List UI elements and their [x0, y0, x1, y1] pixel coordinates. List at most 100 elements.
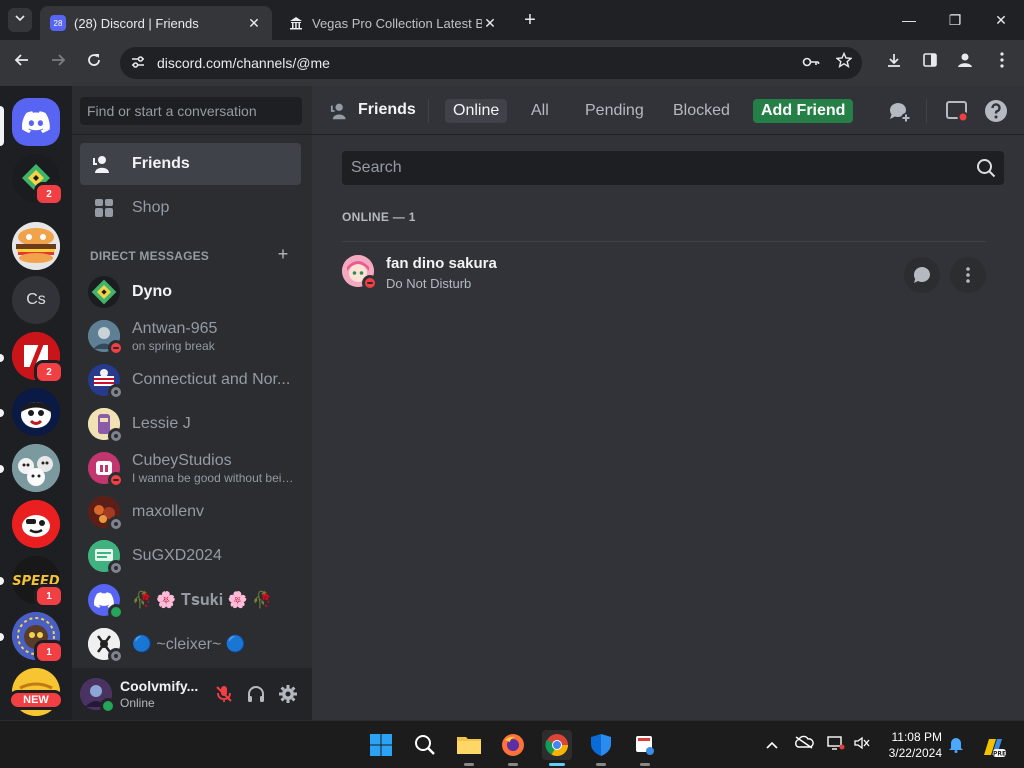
nav-friends[interactable]: Friends	[80, 143, 301, 185]
find-conversation-button[interactable]: Find or start a conversation	[80, 97, 302, 125]
side-panel-button[interactable]	[918, 51, 942, 75]
forward-button[interactable]	[46, 51, 70, 75]
add-friend-button[interactable]: Add Friend	[753, 99, 854, 123]
notification-bell-icon[interactable]	[946, 735, 966, 755]
help-icon	[985, 100, 1007, 122]
header-divider	[428, 99, 429, 123]
running-indicator	[508, 763, 518, 766]
dm-name: Antwan-965	[132, 319, 218, 337]
snipping-tool-button[interactable]	[630, 730, 660, 766]
dm-item-dyno[interactable]: Dyno	[80, 271, 301, 313]
running-indicator	[596, 763, 606, 766]
dm-item-sugxd[interactable]: SuGXD2024	[80, 535, 301, 577]
more-options-button[interactable]	[950, 257, 986, 293]
dm-custom-status: on spring break	[132, 338, 215, 353]
museum-favicon-icon	[288, 15, 304, 31]
mute-button[interactable]	[212, 682, 236, 706]
dm-name: CubeyStudios	[132, 451, 232, 469]
dm-item-cubeystudios[interactable]: CubeyStudios I wanna be good without bei…	[80, 447, 301, 489]
dm-item-tsuki[interactable]: 🥀 🌸 𝐓𝐬𝐮𝐤𝐢 🌸 🥀	[80, 579, 301, 621]
taskbar-clock[interactable]: 11:08 PM 3/22/2024	[884, 729, 942, 761]
server-slash[interactable]: 2	[12, 332, 64, 384]
nav-label: Friends	[132, 155, 190, 172]
avatar	[88, 364, 124, 400]
close-window-button[interactable]: ✕	[978, 6, 1024, 34]
header-divider	[926, 99, 927, 123]
help-button[interactable]	[984, 99, 1008, 123]
tab-discord[interactable]: 28 (28) Discord | Friends ✕	[40, 6, 272, 40]
side-panel-icon	[923, 53, 937, 67]
user-settings-button[interactable]	[276, 682, 300, 706]
tab-blocked[interactable]: Blocked	[665, 99, 738, 123]
dm-item-cleixer[interactable]: 🔵 ~cleixer~ 🔵	[80, 623, 301, 665]
tab-pending[interactable]: Pending	[577, 99, 652, 123]
username[interactable]: Coolvmify...	[120, 678, 198, 694]
server-cs[interactable]: Cs	[12, 276, 60, 324]
server-burger[interactable]	[12, 222, 60, 270]
server-creature[interactable]: 1	[12, 612, 64, 664]
home-button[interactable]	[12, 98, 60, 146]
user-avatar[interactable]	[80, 678, 116, 714]
tab-all[interactable]: All	[523, 99, 557, 123]
firefox-button[interactable]	[498, 730, 528, 766]
message-button[interactable]	[904, 257, 940, 293]
server-red-mascot[interactable]	[12, 500, 60, 548]
chrome-button[interactable]	[542, 730, 572, 766]
dm-item-antwan[interactable]: Antwan-965 on spring break	[80, 315, 301, 357]
tab-vegas[interactable]: Vegas Pro Collection Latest Buil ✕	[278, 6, 508, 40]
profile-icon	[958, 53, 972, 67]
search-button[interactable]	[410, 730, 440, 760]
friends-icon	[92, 152, 116, 176]
server-face[interactable]	[12, 388, 60, 436]
sidebar-divider	[72, 134, 312, 135]
dm-item-maxollenv[interactable]: maxollenv	[80, 491, 301, 533]
inbox-button[interactable]	[945, 99, 969, 123]
download-button[interactable]	[882, 51, 906, 75]
minimize-button[interactable]: —	[886, 6, 932, 34]
screen: { "browser": { "tabs": [ {"title": "(28)…	[0, 0, 1024, 768]
tab-online[interactable]: Online	[445, 99, 508, 123]
reload-button[interactable]	[82, 51, 106, 75]
friends-search-input[interactable]: Search	[342, 151, 1004, 185]
tab-search-button[interactable]	[8, 8, 32, 32]
server-dyno[interactable]: 2	[12, 154, 64, 206]
user-panel: Coolvmify... Online	[72, 668, 312, 720]
address-bar[interactable]: discord.com/channels/@me	[120, 47, 862, 79]
profile-button[interactable]	[953, 51, 977, 75]
file-explorer-button[interactable]	[454, 730, 484, 766]
create-dm-button[interactable]: +	[276, 245, 290, 263]
close-tab-icon[interactable]: ✕	[246, 15, 262, 32]
dm-item-connecticut[interactable]: Connecticut and Nor...	[80, 359, 301, 401]
network-tray-icon[interactable]	[826, 735, 846, 755]
url-text[interactable]: discord.com/channels/@me	[157, 47, 330, 79]
onedrive-tray-icon[interactable]	[794, 735, 814, 755]
bookmark-star-icon[interactable]	[833, 51, 855, 74]
new-tab-button[interactable]: +	[520, 9, 540, 31]
start-button[interactable]	[366, 730, 396, 760]
menu-button[interactable]	[990, 51, 1014, 75]
password-key-icon[interactable]	[800, 52, 822, 74]
shield-icon	[591, 734, 611, 756]
dnd-status-icon	[362, 275, 378, 291]
new-group-dm-button[interactable]	[887, 99, 911, 123]
offline-status-icon	[108, 648, 124, 664]
mention-badge: 2	[34, 360, 64, 384]
server-group[interactable]	[12, 444, 60, 492]
volume-tray-icon[interactable]	[852, 735, 872, 755]
dm-item-lessie[interactable]: Lessie J	[80, 403, 301, 445]
mention-badge: 2	[34, 182, 64, 206]
selected-indicator	[0, 106, 4, 146]
copilot-icon[interactable]: PRE	[980, 735, 1006, 758]
defender-button[interactable]	[586, 730, 616, 766]
friend-row[interactable]: fan dino sakura Do Not Disturb	[342, 241, 986, 303]
server-speed[interactable]: SPEED 1	[12, 556, 64, 608]
site-info-icon[interactable]	[129, 54, 147, 72]
show-hidden-icons-button[interactable]	[762, 735, 782, 755]
close-tab-icon[interactable]: ✕	[482, 15, 498, 32]
restore-button[interactable]: ❐	[932, 6, 978, 34]
back-button[interactable]	[10, 51, 34, 75]
dm-name: Dyno	[132, 283, 172, 300]
nav-shop[interactable]: Shop	[80, 187, 301, 229]
deafen-button[interactable]	[244, 682, 268, 706]
folder-icon	[457, 737, 481, 754]
